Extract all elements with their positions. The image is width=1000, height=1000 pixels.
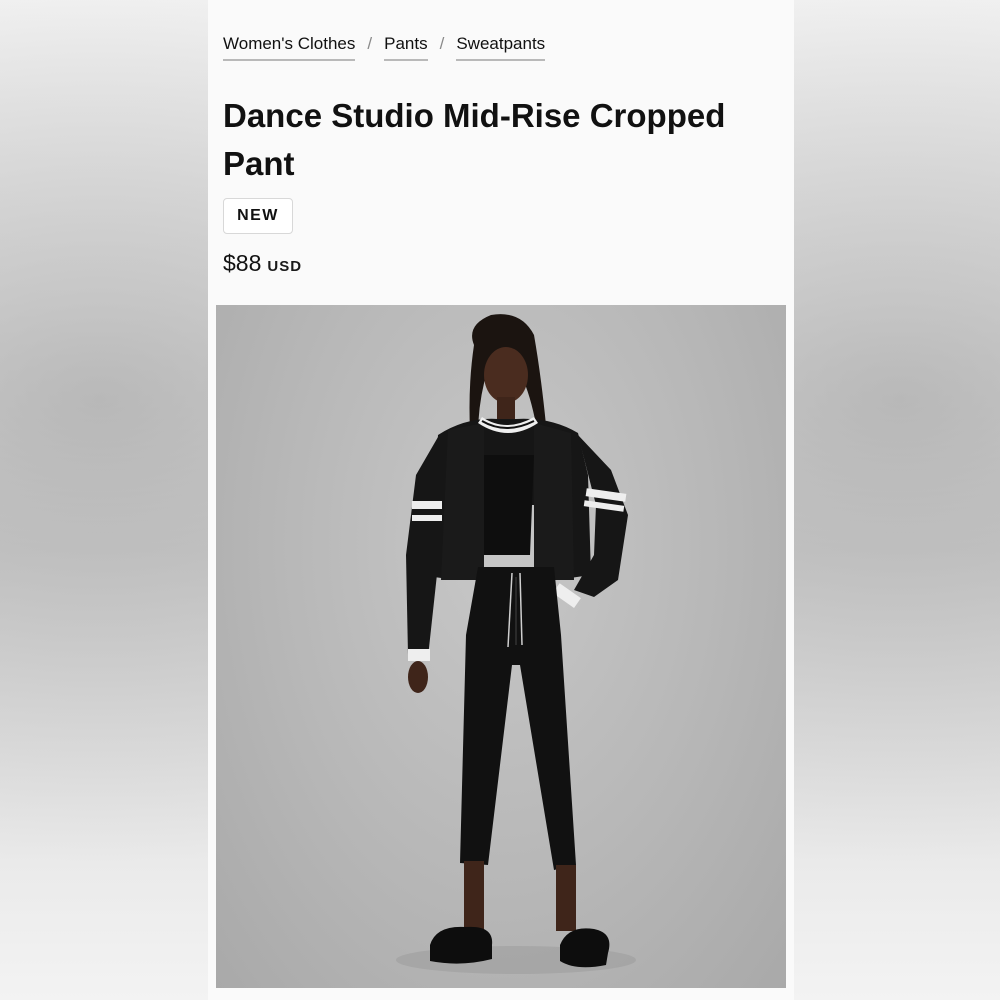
breadcrumb-separator: /	[367, 34, 373, 53]
product-title: Dance Studio Mid-Rise Cropped Pant	[223, 97, 726, 182]
breadcrumb-link-womens-clothes[interactable]: Women's Clothes	[223, 34, 356, 61]
product-image[interactable]	[216, 305, 786, 988]
breadcrumb: Women's Clothes / Pants / Sweatpants	[223, 34, 546, 61]
product-price: $88 USD	[223, 250, 302, 277]
price-currency: USD	[267, 258, 303, 275]
breadcrumb-link-sweatpants[interactable]: Sweatpants	[456, 34, 546, 61]
price-amount: $88	[223, 250, 262, 276]
breadcrumb-separator: /	[439, 34, 445, 53]
new-badge: NEW	[223, 198, 293, 234]
breadcrumb-link-pants[interactable]: Pants	[384, 34, 428, 61]
model-illustration	[396, 314, 636, 974]
